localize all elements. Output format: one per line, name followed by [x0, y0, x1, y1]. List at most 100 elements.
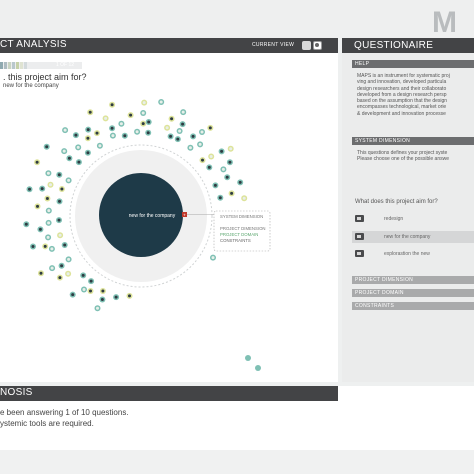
system-heading: SYSTEM DIMENSION — [355, 138, 411, 144]
question-node-core — [225, 175, 229, 179]
question-node-core — [191, 134, 195, 138]
question-node-core — [38, 227, 42, 231]
question-node-core — [57, 173, 61, 177]
question-node-core — [238, 180, 242, 184]
callout-domain: PROJECT DOMAIN — [220, 232, 258, 237]
question-node-core — [28, 187, 31, 191]
question-node-core — [49, 183, 52, 187]
option-new-for-company[interactable]: new for the company — [352, 231, 474, 243]
question-node-core — [208, 126, 212, 130]
question-node[interactable] — [245, 355, 251, 361]
system-dimension-header[interactable]: SYSTEM DIMENSION — [352, 137, 474, 145]
question-node-core — [67, 178, 71, 182]
callout-constraints: CONSTRAINTS — [220, 238, 251, 243]
question-node-core — [31, 245, 35, 248]
question-node-core — [209, 155, 213, 158]
question-node-core — [86, 136, 90, 140]
question-node-core — [201, 158, 204, 162]
help-heading: HELP — [355, 61, 370, 67]
question-node-core — [200, 130, 204, 134]
diagnosis-line-1: e been answering 1 of 10 questions. — [0, 408, 129, 417]
callout-project: PROJECT DIMENSION — [220, 226, 266, 231]
questionnaire-panel: QUESTIONAIRE HELP MAPS is an instrument … — [342, 38, 474, 382]
question-node-core — [58, 233, 62, 237]
question-node-core — [188, 146, 192, 150]
option-exploration[interactable]: explorastion the new — [352, 248, 474, 260]
question-node-core — [47, 221, 51, 225]
question-node-core — [159, 100, 163, 104]
question-node-core — [147, 120, 151, 124]
diagnosis-panel: NOSIS e been answering 1 of 10 questions… — [0, 386, 474, 450]
option-label: redesign — [384, 216, 404, 222]
question-node-core — [81, 273, 85, 277]
question-node-core — [67, 156, 71, 160]
question-node-core — [62, 149, 66, 153]
question-node-core — [89, 289, 92, 293]
question-node-core — [67, 257, 71, 261]
question-node-core — [169, 134, 173, 138]
question-node-core — [95, 131, 99, 135]
option-icon — [355, 233, 364, 240]
question-node-core — [110, 126, 114, 130]
question-node-core — [35, 160, 39, 164]
help-section-header[interactable]: HELP — [352, 60, 474, 68]
question-node-core — [141, 111, 145, 115]
question-node-core — [213, 183, 217, 187]
option-label: new for the company — [384, 234, 431, 240]
question-node-core — [58, 199, 61, 203]
question-node-core — [50, 266, 54, 270]
section-project-dimension[interactable]: PROJECT DIMENSION — [352, 276, 474, 284]
diagnosis-title: NOSIS — [0, 387, 33, 398]
question-node-core — [198, 142, 202, 146]
question-node-core — [178, 129, 182, 133]
question-node-core — [58, 276, 62, 280]
question-node-core — [57, 218, 61, 222]
section-label: PROJECT DOMAIN — [355, 290, 404, 296]
question-node-core — [221, 167, 225, 171]
question-node-core — [39, 271, 43, 275]
marker-plus: + — [183, 212, 186, 217]
help-text: MAPS is an instrument for systematic pro… — [357, 73, 450, 117]
section-label: PROJECT DIMENSION — [355, 277, 414, 283]
question-node-core — [46, 235, 50, 239]
question-node[interactable] — [255, 365, 261, 371]
analysis-panel: CT ANALYSIS CURRENT VIEW 1 OF 12 . this … — [0, 38, 338, 382]
diagnosis-header: NOSIS — [0, 386, 338, 401]
question-node-core — [114, 295, 118, 299]
question-node-core — [40, 187, 44, 191]
question-node-core — [176, 137, 180, 141]
question-node-core — [60, 187, 64, 191]
question-node-core — [228, 160, 232, 164]
question-node-core — [89, 279, 93, 283]
questionnaire-header: QUESTIONAIRE — [342, 38, 474, 53]
question-node-core — [111, 134, 115, 138]
question-node-core — [71, 293, 75, 297]
analysis-visualization: new for the company + SYSTEM DIMENSION P… — [23, 99, 271, 371]
question-node-core — [96, 306, 99, 310]
question-node-core — [82, 288, 86, 291]
question-node-core — [220, 149, 224, 153]
center-answer-label: new for the company — [129, 213, 176, 219]
question-node-core — [123, 134, 127, 138]
option-icon — [355, 250, 364, 257]
question-node-core — [45, 197, 49, 200]
question-node-core — [24, 222, 28, 226]
question-node-core — [110, 103, 114, 107]
option-redesign[interactable]: redesign — [352, 213, 474, 225]
question-node-core — [47, 209, 51, 213]
question-node-core — [86, 128, 90, 132]
question-node-core — [165, 126, 169, 130]
question-node-core — [119, 122, 123, 126]
section-constraints[interactable]: CONSTRAINTS — [352, 302, 474, 310]
section-project-domain[interactable]: PROJECT DOMAIN — [352, 289, 474, 297]
question-node-core — [229, 147, 233, 151]
option-label: explorastion the new — [384, 251, 430, 257]
question-node-core — [63, 243, 67, 247]
question-node-core — [74, 133, 78, 137]
question-node-core — [104, 116, 108, 120]
question-node-core — [207, 165, 211, 169]
question-node-core — [142, 101, 146, 105]
top-strip: M — [0, 0, 474, 39]
question-node-core — [88, 110, 92, 114]
question-node-core — [45, 145, 49, 149]
